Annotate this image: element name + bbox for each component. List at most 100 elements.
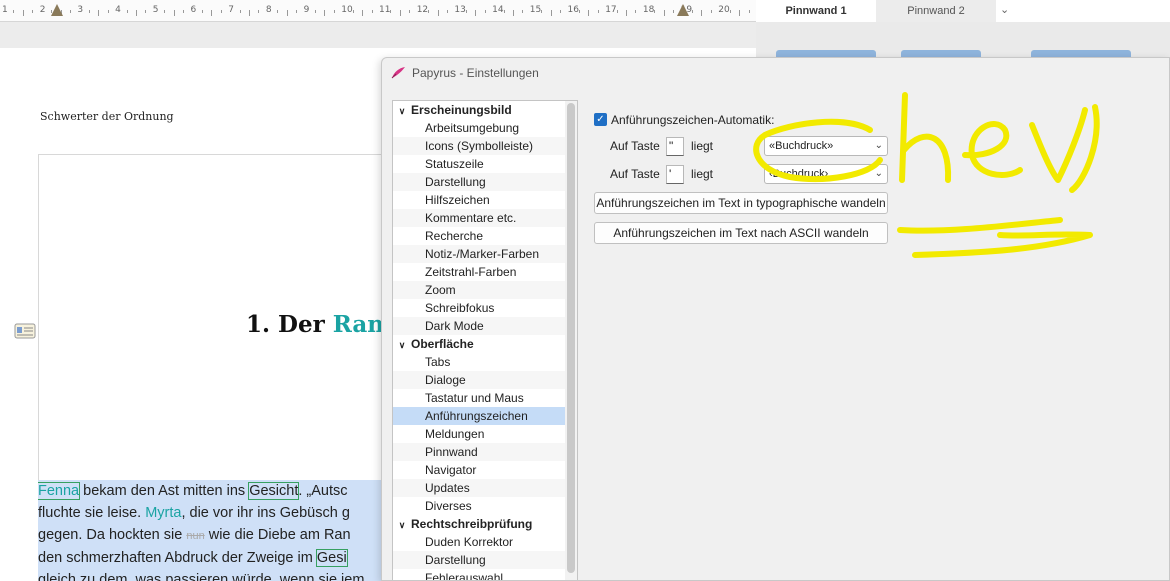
tree-item[interactable]: Meldungen — [393, 425, 577, 443]
tree-label: Kommentare etc. — [425, 211, 517, 225]
tree-scrollbar-thumb[interactable] — [567, 103, 575, 573]
chevron-down-icon[interactable]: ∨ — [395, 516, 409, 534]
editor-top-margin — [0, 22, 756, 48]
tree-label: Darstellung — [425, 175, 486, 189]
tree-item[interactable]: Dialoge — [393, 371, 577, 389]
tree-item[interactable]: Arbeitsumgebung — [393, 119, 577, 137]
single-quote-style-value: ‹Buchdruck› — [769, 168, 829, 180]
tree-label: Darstellung — [425, 553, 486, 567]
tree-item[interactable]: Notiz-/Marker-Farben — [393, 245, 577, 263]
ruler-tick — [428, 10, 430, 13]
tree-label: Schreibfokus — [425, 301, 495, 315]
convert-typographic-button[interactable]: Anführungszeichen im Text in typographis… — [594, 192, 888, 214]
note-card-icon[interactable] — [14, 322, 36, 340]
tree-item[interactable]: Hilfszeichen — [393, 191, 577, 209]
ruler-tick — [239, 10, 241, 13]
text-line: gleich zu dem, was passieren würde, wenn… — [38, 569, 398, 581]
tree-category[interactable]: ∨ Erscheinungsbild — [393, 101, 577, 119]
ruler-label: 20 — [718, 5, 730, 15]
text-span-boxed: Gesicht — [248, 482, 300, 500]
chevron-down-icon[interactable]: ∨ — [395, 102, 409, 120]
chapter-title[interactable]: 1. Der Rand — [246, 311, 400, 338]
tree-label: Statuszeile — [425, 157, 484, 171]
text-line: den schmerzhaften Abdruck der Zweige im … — [38, 547, 398, 569]
double-quote-key-field[interactable]: " — [666, 137, 684, 156]
ruler-tick — [560, 10, 562, 13]
ruler-label: 4 — [115, 5, 121, 15]
tree-item[interactable]: Anführungszeichen — [393, 407, 577, 425]
tree-item[interactable]: Darstellung — [393, 173, 577, 191]
tree-item[interactable]: Icons (Symbolleiste) — [393, 137, 577, 155]
double-quote-style-select[interactable]: «Buchdruck» ⌄ — [764, 136, 888, 156]
chevron-down-icon[interactable]: ⌄ — [1000, 3, 1009, 16]
tree-item[interactable]: Tastatur und Maus — [393, 389, 577, 407]
ruler-tick — [503, 10, 505, 13]
ruler-tick — [98, 10, 100, 16]
ruler-tick — [446, 10, 448, 13]
ruler-tick — [183, 10, 185, 13]
settings-tree[interactable]: ∨ Erscheinungsbild Arbeitsumgebung Icons (S… — [392, 100, 578, 580]
ruler-tick — [663, 10, 665, 16]
tree-item[interactable]: Recherche — [393, 227, 577, 245]
text-span-name: Myrta — [145, 505, 182, 521]
tree-scrollbar[interactable] — [565, 101, 577, 580]
tab-pinnwand-2[interactable]: Pinnwand 2 — [876, 0, 996, 22]
tree-item[interactable]: Zeitstrahl-Farben — [393, 263, 577, 281]
liegt-label: liegt — [691, 167, 714, 181]
chevron-down-icon: ⌄ — [874, 168, 883, 179]
ruler-tick — [635, 10, 637, 13]
tree-label: Arbeitsumgebung — [425, 121, 520, 135]
ruler-label: 16 — [567, 5, 579, 15]
ruler-label: 18 — [642, 5, 655, 15]
tree-label: Oberfläche — [411, 337, 474, 351]
liegt-label: liegt — [691, 139, 714, 153]
document-body-text[interactable]: Fenna bekam den Ast mitten ins Gesicht. … — [38, 480, 398, 581]
tree-item[interactable]: Fehlerauswahl — [393, 569, 577, 580]
tree-label: Notiz-/Marker-Farben — [425, 247, 540, 261]
single-quote-key-field[interactable]: ' — [666, 165, 684, 184]
ruler-margin-marker[interactable] — [677, 4, 689, 16]
ruler-tick — [701, 10, 703, 16]
tree-label: Meldungen — [425, 427, 485, 441]
ruler-label: 6 — [190, 5, 197, 15]
tree-item[interactable]: Duden Korrektor — [393, 533, 577, 551]
text-span: gegen. Da hockten sie — [38, 527, 187, 543]
tree-item[interactable]: Dark Mode — [393, 317, 577, 335]
tab-pinnwand-1[interactable]: Pinnwand 1 — [756, 0, 876, 22]
tree-item[interactable]: Tabs — [393, 353, 577, 371]
ruler-label: 12 — [416, 5, 429, 15]
tree-category[interactable]: ∨ Rechtschreibprüfung — [393, 515, 577, 533]
ruler-tick — [333, 10, 335, 13]
chapter-prefix: 1. Der — [246, 311, 333, 338]
ruler-tick — [362, 10, 364, 16]
double-quote-style-value: «Buchdruck» — [769, 140, 834, 152]
single-quote-style-select[interactable]: ‹Buchdruck› ⌄ — [764, 164, 888, 184]
tree-item[interactable]: Pinnwand — [393, 443, 577, 461]
tree-item[interactable]: Updates — [393, 479, 577, 497]
tree-item[interactable]: Darstellung — [393, 551, 577, 569]
ruler-label: 10 — [341, 5, 353, 15]
ruler-tick — [673, 10, 675, 13]
convert-ascii-button[interactable]: Anführungszeichen im Text nach ASCII wan… — [594, 222, 888, 244]
text-span: den schmerzhaften Abdruck der Zweige im — [38, 550, 317, 566]
tree-item[interactable]: Schreibfokus — [393, 299, 577, 317]
quote-automation-checkbox[interactable]: ✓ — [594, 113, 607, 126]
tree-label: Tabs — [425, 355, 451, 369]
tree-item[interactable]: Kommentare etc. — [393, 209, 577, 227]
ruler-tick — [201, 10, 203, 13]
tree-item[interactable]: Diverses — [393, 497, 577, 515]
tree-category[interactable]: ∨ Oberfläche — [393, 335, 577, 353]
pinnwand-area[interactable] — [756, 22, 1170, 62]
ruler-tick — [258, 10, 260, 13]
tree-item[interactable]: Navigator — [393, 461, 577, 479]
horizontal-ruler[interactable]: 1 2 3 4 5 6 7 8 9 10 11 12 13 14 15 16 17 18 19 20 — [0, 0, 756, 22]
dialog-titlebar[interactable]: Papyrus - Einstellungen — [382, 58, 1169, 90]
ruler-margin-marker[interactable] — [51, 4, 63, 16]
tree-label: Dialoge — [425, 373, 466, 387]
tree-item[interactable]: Statuszeile — [393, 155, 577, 173]
papyrus-app-icon — [391, 67, 405, 79]
key-label: Auf Taste — [610, 167, 660, 181]
ruler-tick — [249, 10, 251, 16]
tree-item[interactable]: Zoom — [393, 281, 577, 299]
chevron-down-icon[interactable]: ∨ — [395, 336, 409, 354]
